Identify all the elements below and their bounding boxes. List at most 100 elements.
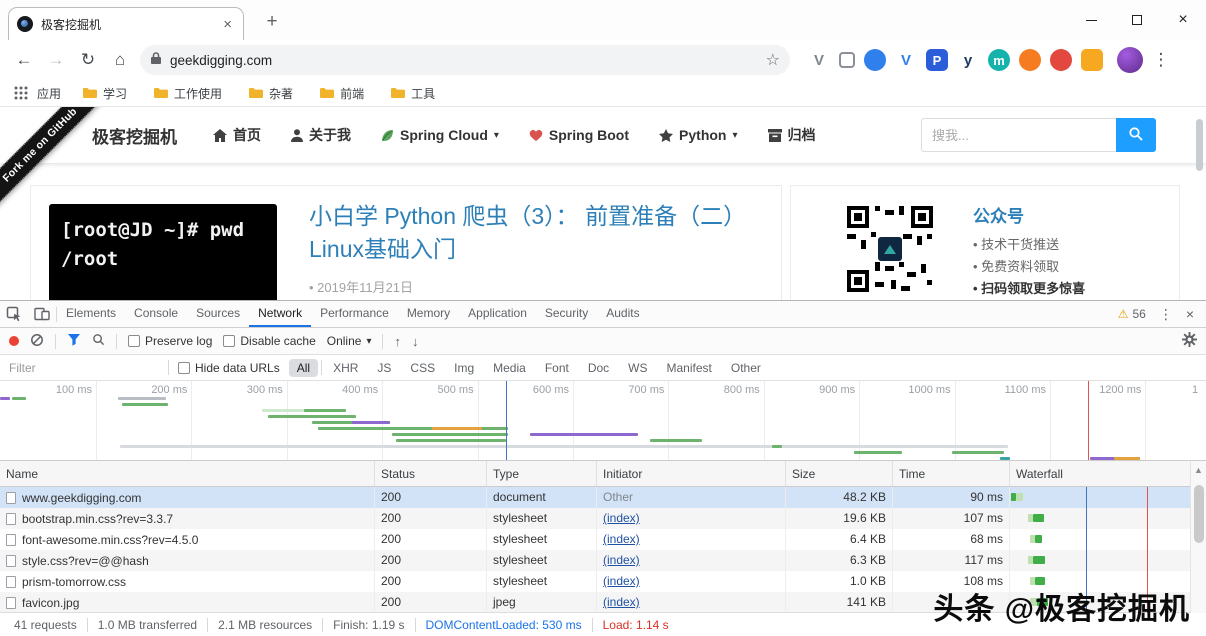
window-maximize-button[interactable] xyxy=(1114,0,1160,40)
devtools-tab-memory[interactable]: Memory xyxy=(398,301,459,327)
extension-icon[interactable] xyxy=(1081,49,1103,71)
type-filter-media[interactable]: Media xyxy=(485,359,534,377)
hide-data-urls-checkbox[interactable]: Hide data URLs xyxy=(178,361,280,375)
initiator-link[interactable]: (index) xyxy=(603,532,640,546)
initiator-link[interactable]: (index) xyxy=(603,595,640,609)
checkbox[interactable] xyxy=(128,335,140,347)
network-filter-input[interactable] xyxy=(9,360,159,375)
type-filter-js[interactable]: JS xyxy=(369,359,399,377)
bookmark-star-icon[interactable]: ☆ xyxy=(766,50,780,70)
column-header-size[interactable]: Size xyxy=(786,461,893,486)
extension-icon[interactable]: V xyxy=(895,49,917,71)
column-header-waterfall[interactable]: Waterfall xyxy=(1010,461,1190,486)
scrollbar-thumb[interactable] xyxy=(1194,485,1204,543)
console-warning-badge[interactable]: ⚠ 56 xyxy=(1118,307,1146,321)
scrollbar-up-icon[interactable]: ▲ xyxy=(1191,461,1206,475)
column-header-name[interactable]: Name xyxy=(0,461,375,486)
site-nav-item[interactable]: 归档 xyxy=(767,125,816,145)
extension-icon[interactable] xyxy=(839,52,855,68)
forward-button[interactable]: → xyxy=(42,46,70,74)
initiator-link[interactable]: (index) xyxy=(603,511,640,525)
filter-toggle-icon[interactable] xyxy=(67,333,81,349)
export-har-icon[interactable]: ↓ xyxy=(412,334,419,349)
new-tab-button[interactable]: + xyxy=(258,9,286,37)
disable-cache-checkbox[interactable]: Disable cache xyxy=(223,334,316,348)
inspect-element-icon[interactable] xyxy=(0,301,28,327)
type-filter-ws[interactable]: WS xyxy=(620,359,655,377)
devtools-tab-elements[interactable]: Elements xyxy=(57,301,125,327)
back-button[interactable]: ← xyxy=(10,46,38,74)
site-search-input[interactable] xyxy=(921,118,1116,152)
device-toolbar-icon[interactable] xyxy=(28,301,56,327)
network-overview[interactable]: 100 ms 200 ms 300 ms 400 ms 500 ms 600 ms 700 … xyxy=(0,381,1206,461)
network-settings-gear-icon[interactable] xyxy=(1182,332,1197,350)
devtools-tab-performance[interactable]: Performance xyxy=(311,301,398,327)
site-nav-item[interactable]: Spring Boot xyxy=(529,127,629,143)
browser-tab[interactable]: 极客挖掘机 × xyxy=(8,7,244,40)
window-minimize-button[interactable] xyxy=(1068,0,1114,40)
network-request-row[interactable]: bootstrap.min.css?rev=3.3.7 200 stylesheet… xyxy=(0,508,1190,529)
checkbox[interactable] xyxy=(178,361,190,374)
url-input[interactable] xyxy=(170,52,766,68)
extension-icon[interactable] xyxy=(864,49,886,71)
devtools-menu-icon[interactable]: ⋮ xyxy=(1159,306,1173,323)
bookmark-folder[interactable]: 杂著 xyxy=(248,85,293,102)
type-filter-other[interactable]: Other xyxy=(723,359,769,377)
type-filter-manifest[interactable]: Manifest xyxy=(659,359,720,377)
initiator-link[interactable]: (index) xyxy=(603,553,640,567)
devtools-tab-security[interactable]: Security xyxy=(536,301,597,327)
extension-icon[interactable] xyxy=(1050,49,1072,71)
type-filter-css[interactable]: CSS xyxy=(402,359,443,377)
network-request-row[interactable]: font-awesome.min.css?rev=4.5.0 200 stylesh… xyxy=(0,529,1190,550)
network-table-scrollbar[interactable]: ▲ xyxy=(1190,461,1206,613)
column-header-status[interactable]: Status xyxy=(375,461,487,486)
throttling-select[interactable]: Online ▾ xyxy=(327,334,372,348)
record-button[interactable] xyxy=(9,336,19,346)
bookmark-folder[interactable]: 学习 xyxy=(82,85,127,102)
refresh-button[interactable]: ↻ xyxy=(74,46,102,74)
type-filter-doc[interactable]: Doc xyxy=(580,359,617,377)
extension-icon[interactable]: m xyxy=(988,49,1010,71)
home-button[interactable]: ⌂ xyxy=(106,46,134,74)
article-title[interactable]: 小白学 Python 爬虫（3）： 前置准备（二）Linux基础入门 xyxy=(309,200,759,267)
site-nav-item[interactable]: Spring Cloud ▾ xyxy=(381,127,499,143)
checkbox[interactable] xyxy=(223,335,236,347)
extension-icon[interactable]: V xyxy=(808,49,830,71)
page-scrollbar[interactable] xyxy=(1196,119,1203,171)
extension-icon[interactable]: y xyxy=(957,49,979,71)
import-har-icon[interactable]: ↑ xyxy=(394,334,401,349)
column-header-time[interactable]: Time xyxy=(893,461,1010,486)
site-search-button[interactable] xyxy=(1116,118,1156,152)
column-header-initiator[interactable]: Initiator xyxy=(597,461,786,486)
bookmark-folder[interactable]: 工具 xyxy=(390,85,435,102)
site-brand[interactable]: 极客挖掘机 xyxy=(92,123,177,148)
network-request-row[interactable]: www.geekdigging.com 200 document Other 48.2 … xyxy=(0,487,1190,508)
network-request-row[interactable]: style.css?rev=@@hash 200 stylesheet (index)… xyxy=(0,550,1190,571)
window-close-button[interactable]: × xyxy=(1160,0,1206,40)
devtools-close-icon[interactable]: × xyxy=(1186,306,1194,322)
extension-icon[interactable]: P xyxy=(926,49,948,71)
browser-menu-icon[interactable]: ⋮ xyxy=(1147,46,1175,74)
tab-close-icon[interactable]: × xyxy=(220,16,235,33)
bookmark-folder[interactable]: 前端 xyxy=(319,85,364,102)
devtools-tab-sources[interactable]: Sources xyxy=(187,301,249,327)
site-nav-item[interactable]: 关于我 xyxy=(291,125,351,145)
devtools-tab-application[interactable]: Application xyxy=(459,301,536,327)
clear-button[interactable] xyxy=(30,333,44,350)
bookmark-folder[interactable]: 工作使用 xyxy=(153,85,222,102)
apps-grid-icon[interactable] xyxy=(12,84,30,102)
site-nav-item[interactable]: Python ▾ xyxy=(659,127,738,143)
type-filter-all[interactable]: All xyxy=(288,358,319,377)
site-nav-item[interactable]: 首页 xyxy=(213,125,261,145)
type-filter-xhr[interactable]: XHR xyxy=(325,359,366,377)
devtools-tab-audits[interactable]: Audits xyxy=(597,301,648,327)
bookmark-apps-label[interactable]: 应用 xyxy=(37,85,61,102)
type-filter-img[interactable]: Img xyxy=(446,359,482,377)
network-search-icon[interactable] xyxy=(92,333,105,349)
address-bar[interactable]: ☆ xyxy=(140,45,790,75)
preserve-log-checkbox[interactable]: Preserve log xyxy=(128,334,212,348)
devtools-tab-console[interactable]: Console xyxy=(125,301,187,327)
initiator-link[interactable]: (index) xyxy=(603,574,640,588)
extension-icon[interactable] xyxy=(1019,49,1041,71)
type-filter-font[interactable]: Font xyxy=(537,359,577,377)
